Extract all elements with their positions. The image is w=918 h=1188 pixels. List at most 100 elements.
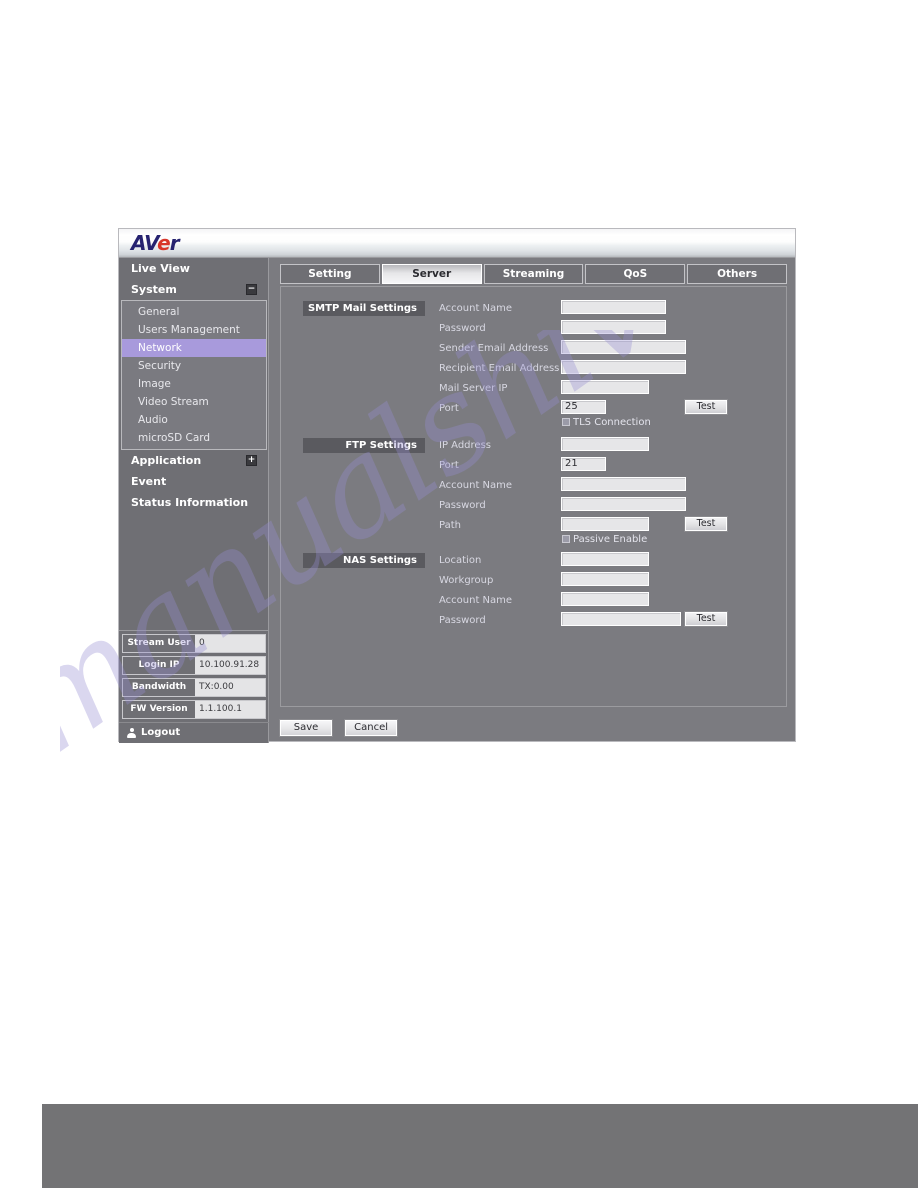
sidebar-item-video-stream[interactable]: Video Stream: [122, 393, 266, 411]
ftp-test-button[interactable]: Test: [685, 517, 727, 531]
input-ftp-password[interactable]: [561, 497, 686, 511]
sidebar-item-system[interactable]: System −: [119, 279, 269, 300]
label-smtp-port: Port: [439, 402, 459, 415]
page-footer-bar: [42, 1104, 918, 1188]
sidebar-item-application[interactable]: Application +: [119, 450, 269, 471]
input-smtp-mail-server-ip[interactable]: [561, 380, 649, 394]
tab-setting[interactable]: Setting: [280, 264, 380, 284]
tab-others[interactable]: Others: [687, 264, 787, 284]
sidebar-item-label: Event: [131, 475, 167, 488]
status-label: Bandwidth: [123, 679, 195, 696]
field-label-text: Port: [439, 460, 459, 471]
input-nas-location[interactable]: [561, 552, 649, 566]
section-title: NAS Settings: [343, 555, 417, 566]
sidebar-item-label: System: [131, 283, 177, 296]
input-smtp-account-name[interactable]: [561, 300, 666, 314]
sidebar-item-event[interactable]: Event: [119, 471, 269, 492]
nas-test-button[interactable]: Test: [685, 612, 727, 626]
status-row-bandwidth: Bandwidth TX:0.00: [122, 678, 266, 697]
field-label-text: Recipient Email Address: [439, 363, 560, 374]
server-settings-panel: SMTP Mail Settings Account Name Password…: [280, 286, 787, 707]
status-value: 10.100.91.28: [195, 657, 265, 674]
input-ftp-ip-address[interactable]: [561, 437, 649, 451]
input-nas-password[interactable]: [561, 612, 681, 626]
input-nas-account-name[interactable]: [561, 592, 649, 606]
cancel-button-label: Cancel: [354, 722, 389, 733]
camera-web-ui-window: AVer Live View System − General Users Ma…: [118, 228, 796, 743]
field-label-text: Account Name: [439, 595, 513, 606]
sidebar-item-label: Live View: [131, 262, 190, 275]
section-header-nas: NAS Settings: [303, 553, 425, 568]
field-label-text: Path: [439, 520, 461, 531]
input-smtp-password[interactable]: [561, 320, 666, 334]
field-label-text: Workgroup: [439, 575, 494, 586]
tab-label: Server: [412, 268, 452, 280]
sidebar-item-label: Status Information: [131, 496, 249, 509]
system-submenu: General Users Management Network Securit…: [121, 300, 267, 450]
sidebar-item-status-information[interactable]: Status Information: [119, 492, 269, 513]
sidebar-status-area: Stream User 0 Login IP 10.100.91.28 Band…: [119, 630, 269, 743]
sidebar-item-label: Security: [138, 360, 182, 372]
checkbox-passive-enable[interactable]: Passive Enable: [562, 534, 647, 546]
save-button[interactable]: Save: [280, 720, 332, 736]
form-actions: Save Cancel: [280, 715, 405, 736]
sidebar-item-label: General: [138, 306, 180, 318]
sidebar-item-general[interactable]: General: [122, 303, 266, 321]
input-smtp-sender-email[interactable]: [561, 340, 686, 354]
logout-button[interactable]: Logout: [119, 722, 269, 743]
section-header-ftp: FTP Settings: [303, 438, 425, 453]
status-label: FW Version: [123, 701, 195, 718]
input-ftp-port[interactable]: 21: [561, 457, 606, 471]
input-smtp-port[interactable]: 25: [561, 400, 606, 414]
checkbox-icon[interactable]: [562, 535, 570, 543]
logout-label: Logout: [141, 727, 181, 738]
user-icon: [127, 728, 136, 738]
field-label-text: IP Address: [439, 440, 491, 451]
label-nas-account-name: Account Name: [439, 594, 512, 607]
status-row-stream-user: Stream User 0: [122, 634, 266, 653]
content-area: Setting Server Streaming QoS Others SMTP…: [270, 258, 795, 741]
test-button-label: Test: [696, 518, 716, 529]
collapse-icon[interactable]: −: [246, 284, 257, 295]
tab-label: Others: [717, 268, 758, 280]
field-label-text: Location: [439, 555, 482, 566]
field-label-text: Account Name: [439, 480, 513, 491]
field-label-text: Password: [439, 500, 486, 511]
sidebar-item-label: Network: [138, 342, 182, 354]
tab-qos[interactable]: QoS: [585, 264, 686, 284]
status-value: 1.1.100.1: [195, 701, 265, 718]
logo-av-text: AV: [131, 231, 158, 255]
input-smtp-recipient-email[interactable]: [561, 360, 686, 374]
label-ftp-port: Port: [439, 459, 459, 472]
sidebar-item-network[interactable]: Network: [122, 339, 266, 357]
expand-icon[interactable]: +: [246, 455, 257, 466]
checkbox-tls-connection[interactable]: TLS Connection: [562, 417, 651, 429]
input-nas-workgroup[interactable]: [561, 572, 649, 586]
save-button-label: Save: [293, 722, 319, 733]
test-button-label: Test: [696, 401, 716, 412]
status-value: TX:0.00: [195, 679, 265, 696]
sidebar-item-live-view[interactable]: Live View: [119, 258, 269, 279]
sidebar-item-security[interactable]: Security: [122, 357, 266, 375]
sidebar-item-users-management[interactable]: Users Management: [122, 321, 266, 339]
label-smtp-sender-email: Sender Email Address: [439, 342, 548, 355]
input-ftp-account-name[interactable]: [561, 477, 686, 491]
input-ftp-path[interactable]: [561, 517, 649, 531]
section-title: SMTP Mail Settings: [307, 303, 417, 314]
label-nas-password: Password: [439, 614, 486, 627]
sidebar-item-microsd-card[interactable]: microSD Card: [122, 429, 266, 447]
status-label: Stream User: [123, 635, 195, 652]
tab-label: Setting: [308, 268, 352, 280]
smtp-test-button[interactable]: Test: [685, 400, 727, 414]
sidebar-item-audio[interactable]: Audio: [122, 411, 266, 429]
sidebar-item-label: Users Management: [138, 324, 240, 336]
checkbox-label: TLS Connection: [573, 417, 651, 428]
sidebar-item-image[interactable]: Image: [122, 375, 266, 393]
tab-server[interactable]: Server: [381, 264, 482, 284]
sidebar-item-label: Application: [131, 454, 202, 467]
cancel-button[interactable]: Cancel: [345, 720, 398, 736]
tab-streaming[interactable]: Streaming: [483, 264, 584, 284]
checkbox-icon[interactable]: [562, 418, 570, 426]
field-label-text: Port: [439, 403, 459, 414]
sidebar-item-label: Video Stream: [138, 396, 209, 408]
